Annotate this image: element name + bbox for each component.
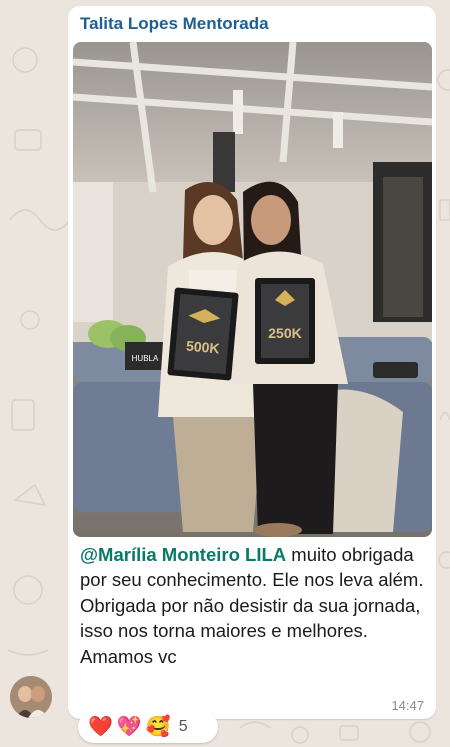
sparkling-heart-reaction-icon: 💖 xyxy=(116,716,142,738)
reactions-bar[interactable]: ❤️ 💖 🥰 5 xyxy=(78,711,218,743)
plaque-500k-text: 500K xyxy=(185,338,220,357)
sender-avatar[interactable] xyxy=(10,676,52,718)
plaque-250k: 250K xyxy=(255,278,315,364)
message-text: @Marília Monteiro LILA muito obrigada po… xyxy=(80,542,425,669)
message-photo[interactable]: HUBLA 500K 250K xyxy=(73,42,432,537)
smiling-face-hearts-reaction-icon: 🥰 xyxy=(145,716,171,738)
heart-reaction-icon: ❤️ xyxy=(88,716,113,738)
mention-link[interactable]: @Marília Monteiro LILA xyxy=(80,544,286,565)
plaque-250k-text: 250K xyxy=(268,325,301,341)
plaque-500k: 500K xyxy=(167,287,239,381)
sender-name[interactable]: Talita Lopes Mentorada xyxy=(80,14,269,34)
pillow-label: HUBLA xyxy=(132,354,159,363)
message-timestamp: 14:47 xyxy=(391,698,424,713)
message-bubble[interactable]: Talita Lopes Mentorada HUBLA 500K 250K @… xyxy=(68,6,436,719)
reaction-count: 5 xyxy=(178,718,188,735)
